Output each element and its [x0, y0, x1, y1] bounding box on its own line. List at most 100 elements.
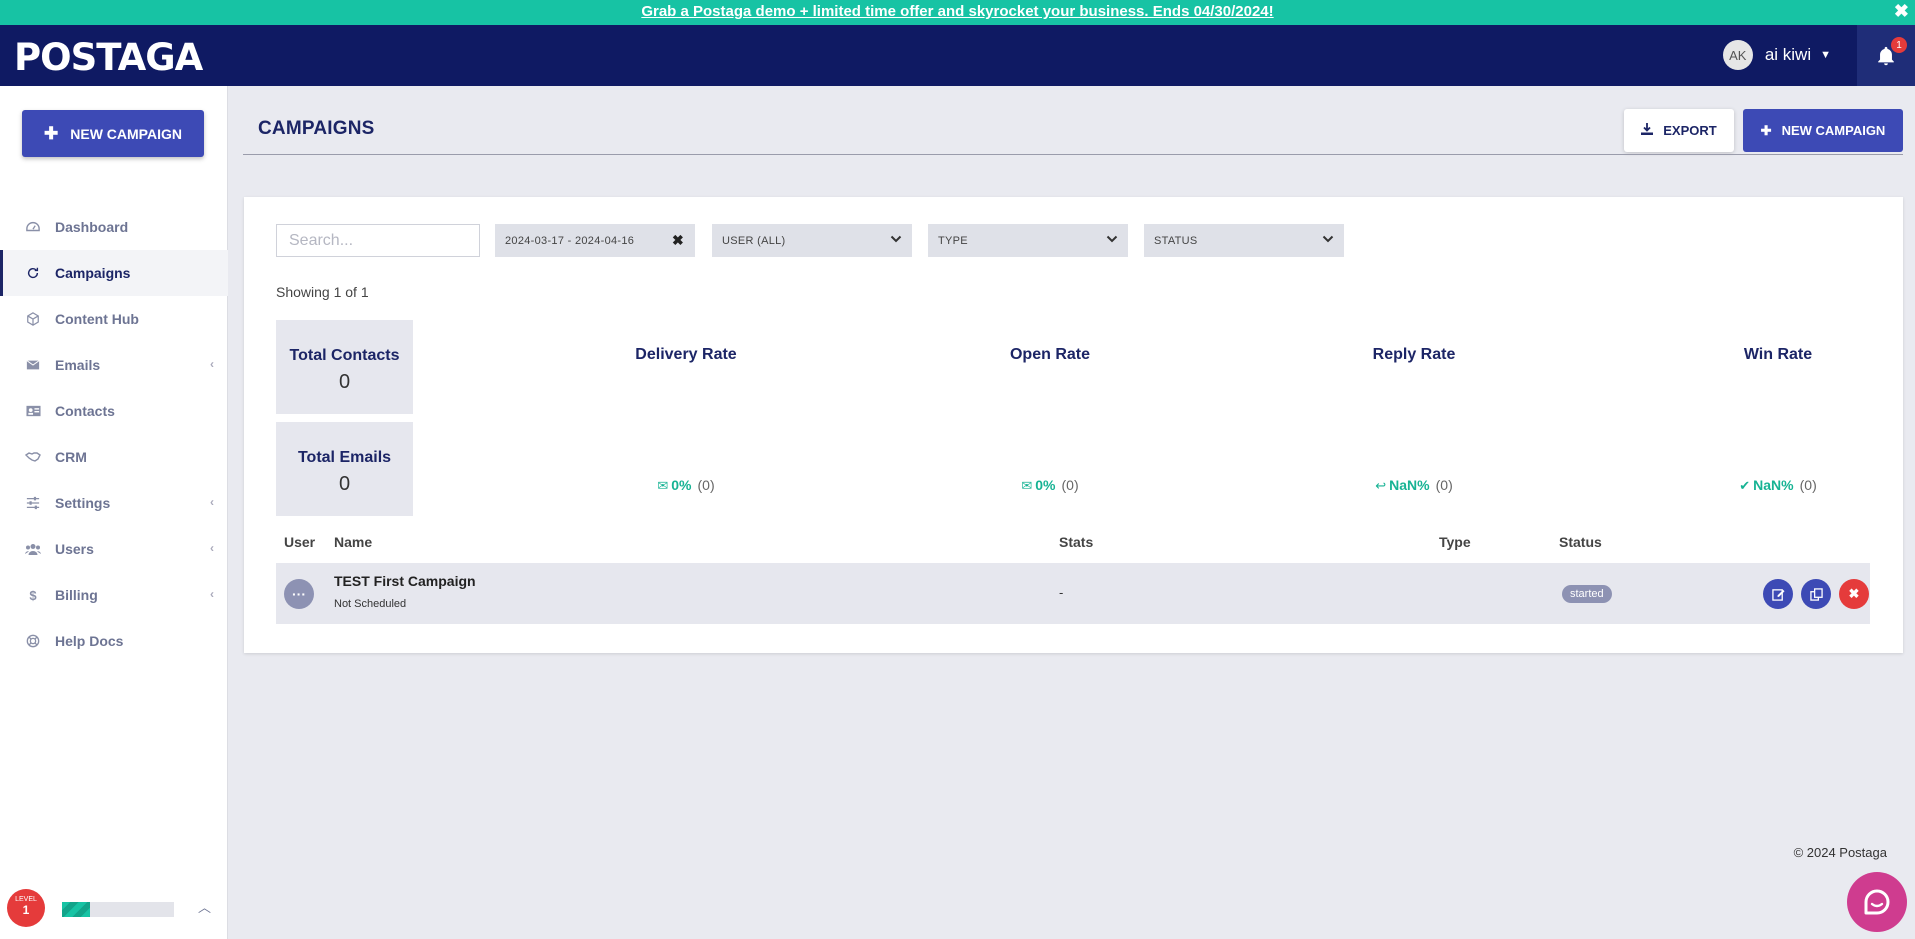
cube-icon	[25, 312, 41, 326]
table-row[interactable]: ··· TEST First Campaign Not Scheduled - …	[276, 563, 1870, 624]
chevron-left-icon: ‹	[210, 587, 214, 601]
sidebar-new-campaign-button[interactable]: ✚ NEW CAMPAIGN	[22, 110, 204, 157]
page-title: CAMPAIGNS	[258, 118, 375, 139]
envelope-icon	[25, 359, 41, 371]
chevron-up-icon[interactable]: ︿	[198, 897, 211, 916]
sliders-icon	[25, 496, 41, 510]
level-progress-fill	[62, 902, 90, 917]
status-badge: started	[1562, 585, 1612, 603]
user-filter-value: USER (ALL)	[722, 234, 786, 247]
chevron-left-icon: ‹	[210, 357, 214, 371]
win-rate-header: Win Rate	[1678, 346, 1878, 364]
campaign-schedule: Not Scheduled	[334, 598, 407, 610]
level-badge[interactable]: LEVEL 1	[7, 889, 45, 927]
sidebar-item-label: Content Hub	[55, 311, 139, 327]
status-filter-select[interactable]: STATUS	[1144, 224, 1344, 257]
level-progress-bar	[62, 902, 174, 917]
reply-rate-label: Reply Rate	[1372, 346, 1456, 363]
close-icon: ✖	[1848, 586, 1860, 601]
chevron-left-icon: ‹	[210, 495, 214, 509]
sidebar: ✚ NEW CAMPAIGN Dashboard Campaigns Conte…	[0, 86, 228, 939]
sidebar-item-users[interactable]: Users ‹	[0, 526, 228, 572]
notifications-button[interactable]: 1	[1857, 25, 1915, 86]
date-range-filter[interactable]: 2024-03-17 - 2024-04-16 ✖	[495, 224, 695, 257]
id-card-icon	[25, 405, 41, 417]
sidebar-item-campaigns[interactable]: Campaigns	[0, 250, 228, 296]
copyright: © 2024 Postaga	[1793, 845, 1887, 860]
sidebar-item-label: Billing	[55, 587, 98, 603]
search-input[interactable]	[276, 224, 480, 257]
top-navbar: POSTAGA AK ai kiwi ▼ 1	[0, 25, 1915, 86]
notification-badge: 1	[1891, 37, 1907, 53]
win-rate-label: Win Rate	[1743, 346, 1813, 363]
duplicate-button[interactable]	[1801, 579, 1831, 609]
win-rate-percent: NaN%	[1753, 477, 1794, 493]
results-count: Showing 1 of 1	[276, 284, 369, 300]
sidebar-item-label: Users	[55, 541, 94, 557]
column-header-stats[interactable]: Stats	[1059, 534, 1093, 550]
new-campaign-button[interactable]: ✚ NEW CAMPAIGN	[1743, 109, 1903, 152]
sidebar-item-dashboard[interactable]: Dashboard	[0, 204, 228, 250]
chat-icon	[1864, 889, 1890, 915]
lifebuoy-icon	[25, 634, 41, 648]
export-button[interactable]: EXPORT	[1624, 109, 1734, 152]
open-rate-value: ✉ 0% (0)	[950, 477, 1150, 494]
users-icon	[25, 543, 41, 555]
sidebar-nav: Dashboard Campaigns Content Hub Emails ‹	[0, 204, 228, 664]
new-campaign-label: NEW CAMPAIGN	[1781, 123, 1886, 138]
dashboard-icon	[25, 220, 41, 234]
delete-button[interactable]: ✖	[1839, 579, 1869, 609]
check-icon: ✔	[1739, 478, 1751, 493]
sidebar-item-content-hub[interactable]: Content Hub	[0, 296, 228, 342]
refresh-icon	[25, 266, 41, 280]
chevron-down-icon	[890, 232, 902, 248]
sidebar-item-help-docs[interactable]: Help Docs	[0, 618, 228, 664]
chevron-down-icon	[1106, 232, 1118, 248]
total-emails-value: 0	[338, 473, 351, 495]
sidebar-item-billing[interactable]: $ Billing ‹	[0, 572, 228, 618]
promo-banner: Grab a Postaga demo + limited time offer…	[0, 0, 1915, 25]
total-emails-label: Total Emails	[297, 449, 392, 466]
delivery-rate-count: (0)	[697, 477, 715, 493]
plus-icon: ✚	[44, 123, 59, 143]
column-header-type[interactable]: Type	[1439, 534, 1471, 550]
type-filter-select[interactable]: TYPE	[928, 224, 1128, 257]
total-contacts-label: Total Contacts	[289, 347, 400, 364]
column-header-status[interactable]: Status	[1559, 534, 1602, 550]
column-header-name[interactable]: Name	[334, 534, 372, 550]
sidebar-item-label: Help Docs	[55, 633, 124, 649]
close-icon[interactable]: ✖	[1894, 0, 1909, 22]
edit-icon	[1771, 588, 1785, 601]
chevron-down-icon	[1322, 232, 1334, 248]
sidebar-item-emails[interactable]: Emails ‹	[0, 342, 228, 388]
postaga-logo[interactable]: POSTAGA	[14, 38, 203, 78]
clear-icon[interactable]: ✖	[672, 232, 684, 249]
sidebar-item-crm[interactable]: CRM	[0, 434, 228, 480]
envelope-icon: ✉	[657, 478, 669, 493]
win-rate-count: (0)	[1799, 477, 1817, 493]
edit-button[interactable]	[1763, 579, 1793, 609]
sidebar-item-label: Settings	[55, 495, 111, 511]
delivery-rate-value: ✉ 0% (0)	[586, 477, 786, 494]
delivery-rate-header: Delivery Rate	[586, 346, 786, 364]
win-rate-value: ✔ NaN% (0)	[1678, 477, 1878, 494]
user-menu[interactable]: AK ai kiwi ▼	[1722, 40, 1831, 70]
sidebar-item-settings[interactable]: Settings ‹	[0, 480, 228, 526]
total-emails-box: Total Emails 0	[276, 422, 413, 516]
campaign-name-link[interactable]: TEST First Campaign	[334, 573, 476, 589]
sidebar-item-label: Contacts	[55, 403, 115, 419]
user-filter-select[interactable]: USER (ALL)	[712, 224, 912, 257]
open-rate-label: Open Rate	[1009, 346, 1090, 363]
user-name: ai kiwi	[1764, 45, 1812, 64]
column-header-user[interactable]: User	[284, 534, 315, 550]
sidebar-item-contacts[interactable]: Contacts	[0, 388, 228, 434]
reply-rate-percent: NaN%	[1389, 477, 1430, 493]
plus-icon: ✚	[1760, 122, 1772, 138]
type-filter-value: TYPE	[938, 234, 968, 247]
sidebar-item-label: Campaigns	[55, 265, 131, 281]
chevron-left-icon: ‹	[210, 541, 214, 555]
dollar-icon: $	[29, 587, 37, 603]
total-contacts-box: Total Contacts 0	[276, 320, 413, 414]
promo-link[interactable]: Grab a Postaga demo + limited time offer…	[641, 3, 1273, 20]
chat-widget-button[interactable]	[1847, 872, 1907, 932]
